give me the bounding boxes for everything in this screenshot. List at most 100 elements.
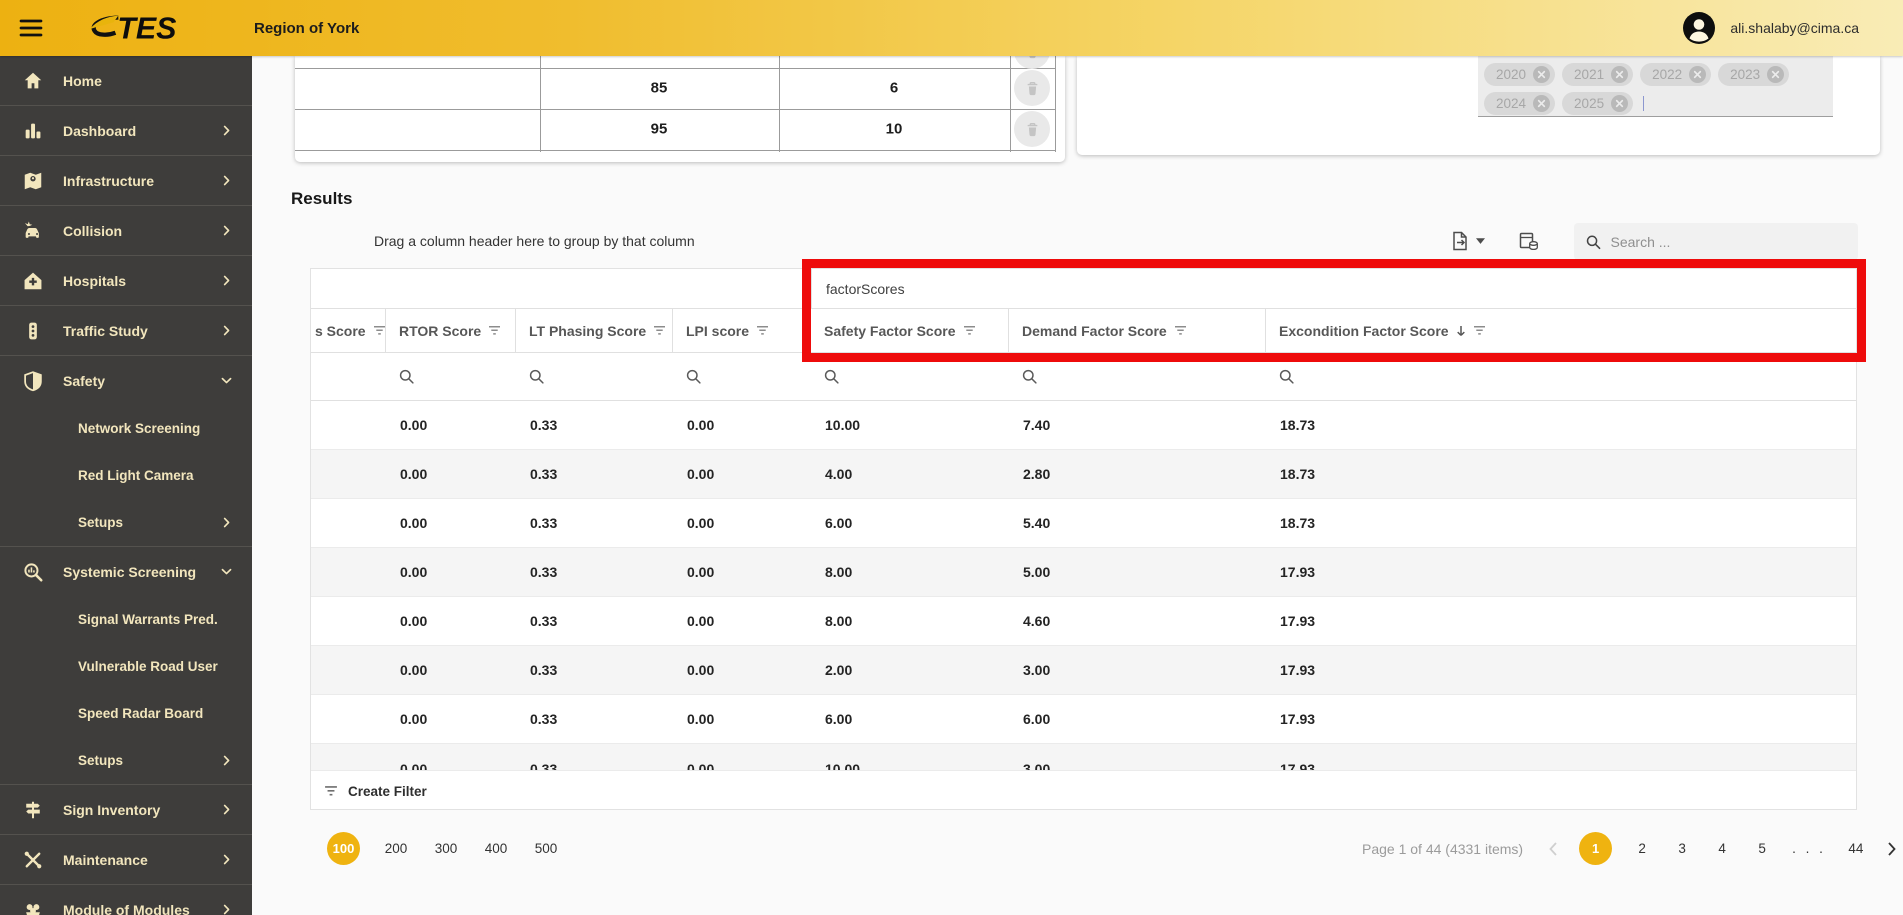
setup-table-card: 85 6 95 10 <box>295 56 1065 162</box>
sidebar-group-sign-inventory: Sign Inventory <box>0 785 252 835</box>
table-cell: 4.00 <box>825 466 853 482</box>
sidebar-item-label: Module of Modules <box>63 901 190 915</box>
table-cell: 0.00 <box>687 466 715 482</box>
filter-cell-lt-phasing-score[interactable] <box>516 353 673 400</box>
table-cell: 18.73 <box>1280 466 1316 482</box>
sidebar-item-home[interactable]: Home <box>0 56 252 105</box>
search-icon <box>1586 235 1601 249</box>
table-cell: 10.00 <box>825 417 861 433</box>
avatar[interactable] <box>1683 12 1716 44</box>
close-icon[interactable] <box>1611 66 1629 83</box>
filter-cell-safety-factor-score[interactable] <box>811 353 1009 400</box>
table-row[interactable]: 0.00 0.33 0.00 8.00 4.60 17.93 <box>311 597 1856 646</box>
page-number-4[interactable]: 4 <box>1712 841 1732 856</box>
sidebar-item-hospitals[interactable]: Hospitals <box>0 256 252 305</box>
table-row[interactable]: 0.00 0.33 0.00 8.00 5.00 17.93 <box>311 548 1856 597</box>
filter-cell-excondition-factor-score[interactable] <box>1266 353 1856 400</box>
sidebar-subitem-signal-warrants-pred[interactable]: Signal Warrants Pred. <box>0 596 252 643</box>
close-icon[interactable] <box>1767 66 1785 83</box>
sidebar-subitem-setups[interactable]: Setups <box>0 737 252 784</box>
sidebar-item-module-of-modules[interactable]: Module of Modules <box>0 885 252 915</box>
sidebar-item-safety[interactable]: Safety <box>0 356 252 405</box>
column-header-safety-factor-score[interactable]: Safety Factor Score <box>811 309 1009 352</box>
page-number-2[interactable]: 2 <box>1632 841 1652 856</box>
sidebar-item-maintenance[interactable]: Maintenance <box>0 835 252 884</box>
page-size-selector: 100 200 300 400 500 <box>327 832 560 865</box>
close-icon[interactable] <box>1611 95 1629 112</box>
table-row[interactable]: 0.00 0.33 0.00 4.00 2.80 18.73 <box>311 450 1856 499</box>
table-row-partial[interactable]: 0.00 0.33 0.00 10.00 3.00 17.93 <box>311 744 1856 771</box>
table-cell: 18.73 <box>1280 515 1316 531</box>
table-row[interactable]: 0.00 0.33 0.00 6.00 5.40 18.73 <box>311 499 1856 548</box>
page-number-current[interactable]: 1 <box>1579 832 1613 865</box>
search-box <box>1574 223 1858 260</box>
years-card: 2020 2021 2022 2023 2024 2025 <box>1077 56 1880 155</box>
filter-cell-demand-factor-score[interactable] <box>1009 353 1266 400</box>
column-header-excondition-factor-score[interactable]: Excondition Factor Score <box>1266 309 1856 352</box>
band-factor-scores[interactable]: factorScores <box>811 269 1856 308</box>
close-icon[interactable] <box>1533 66 1551 83</box>
table-cell: 0.33 <box>530 466 558 482</box>
delete-row-button[interactable] <box>1014 70 1050 106</box>
close-icon[interactable] <box>1689 66 1707 83</box>
table-row[interactable]: 0.00 0.33 0.00 6.00 6.00 17.93 <box>311 695 1856 744</box>
column-header-demand-factor-score[interactable]: Demand Factor Score <box>1009 309 1266 352</box>
sidebar-item-dashboard[interactable]: Dashboard <box>0 106 252 155</box>
search-input[interactable] <box>1610 233 1846 250</box>
filter-cell-lpi-score[interactable] <box>673 353 811 400</box>
home-icon <box>22 70 44 92</box>
sidebar-subitem-red-light-camera[interactable]: Red Light Camera <box>0 452 252 499</box>
create-filter-button[interactable]: Create Filter <box>311 771 1856 809</box>
table-cell: 17.93 <box>1280 662 1316 678</box>
page-number-3[interactable]: 3 <box>1672 841 1692 856</box>
sidebar-item-label: Collision <box>63 222 123 239</box>
sidebar-item-infrastructure[interactable]: Infrastructure <box>0 156 252 205</box>
user-menu[interactable]: ali.shalaby@cima.ca <box>1683 0 1859 56</box>
page-size-option-300[interactable]: 300 <box>432 841 460 856</box>
sidebar-subitem-network-screening[interactable]: Network Screening <box>0 405 252 452</box>
year-chip-2025: 2025 <box>1562 92 1634 115</box>
table-cell: 0.33 <box>530 662 558 678</box>
table-cell: 10.00 <box>825 760 861 771</box>
chevron-right-icon <box>219 852 234 867</box>
table-cell: 17.93 <box>1280 760 1316 771</box>
export-button[interactable] <box>1450 231 1485 251</box>
sidebar-item-collision[interactable]: Collision <box>0 206 252 255</box>
table-row[interactable]: 0.00 0.33 0.00 10.00 7.40 18.73 <box>311 401 1856 450</box>
sidebar-item-systemic-screening[interactable]: Systemic Screening <box>0 547 252 596</box>
filter-cell-s-score[interactable] <box>311 353 386 400</box>
sidebar-item-traffic-study[interactable]: Traffic Study <box>0 306 252 355</box>
filter-icon <box>488 324 501 337</box>
filter-icon <box>963 324 976 337</box>
years-filter[interactable]: 2020 2021 2022 2023 2024 2025 <box>1478 56 1833 117</box>
page-size-option-400[interactable]: 400 <box>482 841 510 856</box>
page-size-option-200[interactable]: 200 <box>382 841 410 856</box>
table-row[interactable]: 0.00 0.33 0.00 2.00 3.00 17.93 <box>311 646 1856 695</box>
column-header-s-score[interactable]: s Score <box>311 309 386 352</box>
page-number-5[interactable]: 5 <box>1752 841 1772 856</box>
delete-row-button[interactable] <box>1014 111 1050 147</box>
next-page-icon[interactable] <box>1886 841 1898 857</box>
hamburger-menu-icon[interactable] <box>18 17 44 39</box>
page-size-option-100[interactable]: 100 <box>327 832 360 865</box>
prev-page-icon[interactable] <box>1547 841 1559 857</box>
year-chip-label: 2023 <box>1730 67 1761 82</box>
year-chip-label: 2024 <box>1496 96 1527 111</box>
table-cell: 3.00 <box>1023 760 1051 771</box>
column-header-lpi-score[interactable]: LPI score <box>673 309 811 352</box>
sidebar-subitem-speed-radar-board[interactable]: Speed Radar Board <box>0 690 252 737</box>
column-header-rtor-score[interactable]: RTOR Score <box>386 309 516 352</box>
column-header-lt-phasing-score[interactable]: LT Phasing Score <box>516 309 673 352</box>
page-ellipsis: . . . <box>1792 841 1826 856</box>
column-chooser-button[interactable] <box>1519 232 1539 251</box>
close-icon[interactable] <box>1533 95 1551 112</box>
page-number-44[interactable]: 44 <box>1846 841 1866 856</box>
table-cell <box>311 401 386 449</box>
main-content: 85 6 95 10 2020 2021 2022 2023 2024 2025 Results… <box>252 56 1903 915</box>
filter-cell-rtor-score[interactable] <box>386 353 516 400</box>
sidebar-subitem-setups[interactable]: Setups <box>0 499 252 546</box>
table-cell: 8.00 <box>825 564 853 580</box>
sidebar-item-sign-inventory[interactable]: Sign Inventory <box>0 785 252 834</box>
sidebar-subitem-vulnerable-road-user[interactable]: Vulnerable Road User <box>0 643 252 690</box>
page-size-option-500[interactable]: 500 <box>532 841 560 856</box>
